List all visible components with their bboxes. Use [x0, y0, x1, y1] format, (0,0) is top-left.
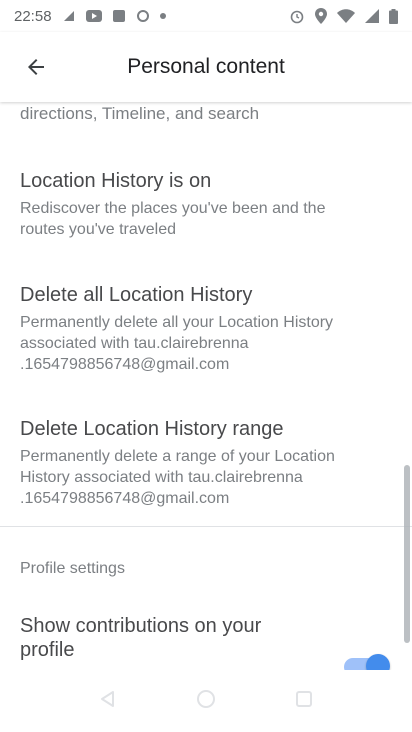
settings-list[interactable]: directions, Timeline, and search Locatio…: [0, 102, 412, 670]
list-item-title: Delete Location History range: [20, 418, 284, 440]
app-bar: Personal content: [0, 32, 412, 102]
home-nav-icon[interactable]: [196, 689, 216, 714]
list-item-subtitle: Permanently delete all your Location His…: [20, 314, 334, 373]
list-item-delete-location-history-range[interactable]: Delete Location History range Permanentl…: [20, 416, 372, 509]
arrow-back-icon: [28, 59, 44, 75]
battery-icon: [389, 8, 398, 24]
list-item-subtitle: Rediscover the places you've been and th…: [20, 200, 326, 238]
show-contributions-row[interactable]: Show contributions on your profile: [0, 614, 412, 670]
section-header-profile-settings: Profile settings: [20, 560, 125, 577]
status-left: 22:58: [14, 8, 166, 25]
gallery-icon: [112, 9, 126, 23]
scrollbar[interactable]: [404, 465, 410, 643]
navigation-bar: [0, 670, 412, 732]
location-icon: [315, 8, 327, 24]
list-item-location-history[interactable]: Location History is on Rediscover the pl…: [20, 168, 372, 240]
show-contributions-toggle[interactable]: [340, 654, 390, 670]
recents-nav-icon[interactable]: [294, 689, 314, 714]
toggle-thumb: [366, 654, 390, 670]
sync-icon: [136, 9, 150, 23]
list-item-title: Delete all Location History: [20, 284, 253, 306]
partial-list-item-text: directions, Timeline, and search: [20, 104, 260, 123]
youtube-icon: [85, 10, 102, 22]
list-item-subtitle: Permanently delete a range of your Locat…: [20, 448, 335, 507]
status-right: [289, 8, 398, 24]
section-divider: [0, 526, 412, 527]
status-time: 22:58: [14, 7, 52, 25]
wifi-icon: [337, 9, 355, 23]
list-item-title: Location History is on: [20, 170, 212, 192]
signal-strength-icon: [365, 9, 379, 23]
dot-icon: [159, 13, 166, 19]
status-bar: 22:58: [0, 0, 412, 32]
signal-icon: [62, 9, 76, 23]
toggle-label: Show contributions on your profile: [20, 615, 262, 661]
back-nav-icon[interactable]: [98, 689, 118, 714]
back-button[interactable]: [8, 39, 64, 95]
list-item-delete-all-location-history[interactable]: Delete all Location History Permanently …: [20, 282, 372, 375]
alarm-icon: [289, 8, 305, 24]
